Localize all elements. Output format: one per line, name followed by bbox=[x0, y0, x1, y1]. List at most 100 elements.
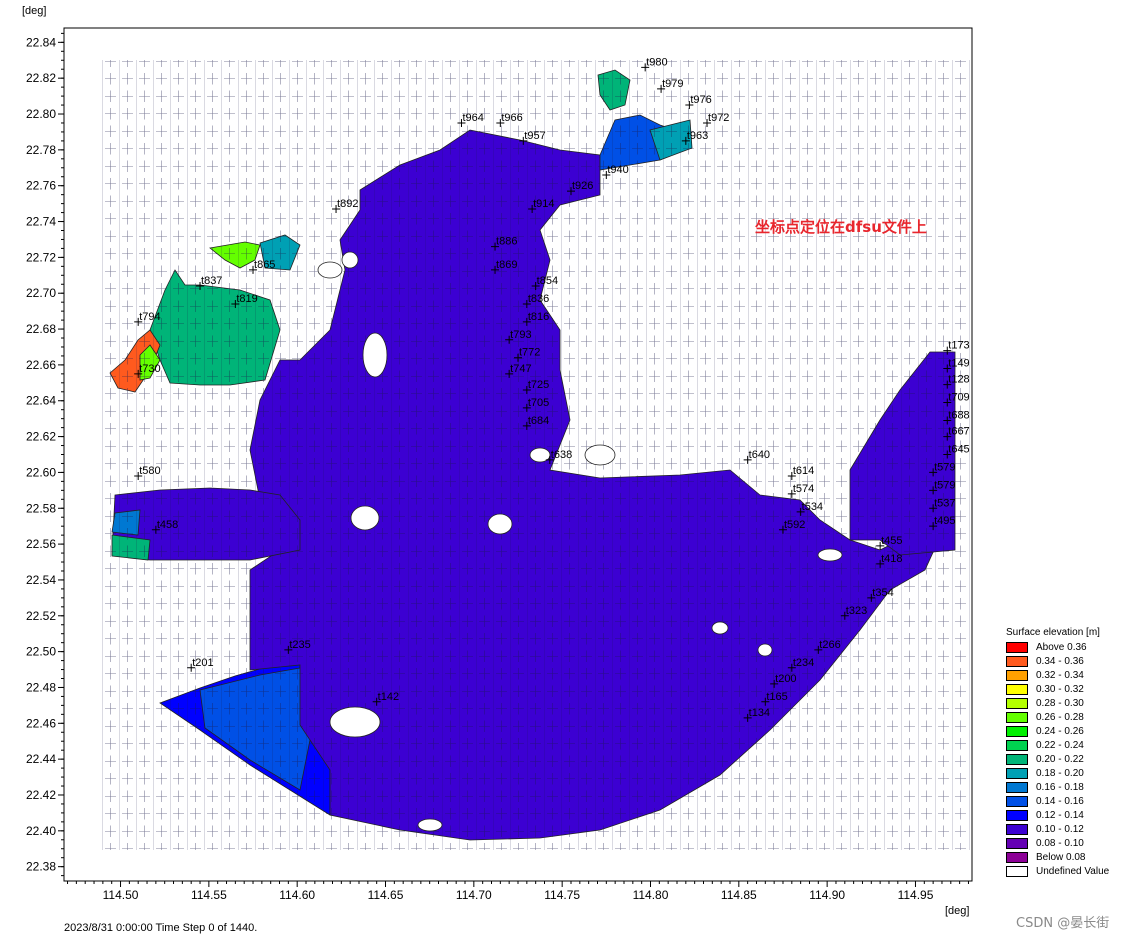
point-label: t580 bbox=[139, 465, 160, 477]
legend-swatch bbox=[1006, 753, 1028, 765]
island-9 bbox=[817, 548, 843, 562]
point-label: t234 bbox=[793, 657, 814, 669]
island-11 bbox=[317, 261, 343, 279]
y-tick-label: 22.54 bbox=[26, 573, 56, 587]
point-label: t869 bbox=[496, 259, 517, 271]
point-label: t966 bbox=[501, 112, 522, 124]
point-label: t816 bbox=[528, 311, 549, 323]
legend-label: 0.12 - 0.14 bbox=[1036, 809, 1084, 821]
legend-item: 0.26 - 0.28 bbox=[1006, 710, 1130, 724]
point-label: t640 bbox=[749, 449, 770, 461]
legend-item: 0.20 - 0.22 bbox=[1006, 752, 1130, 766]
y-tick-label: 22.70 bbox=[26, 286, 56, 300]
point-label: t688 bbox=[948, 409, 969, 421]
legend-swatch bbox=[1006, 725, 1028, 737]
legend-swatch bbox=[1006, 809, 1028, 821]
point-label: t638 bbox=[551, 449, 572, 461]
legend-item: 0.30 - 0.32 bbox=[1006, 682, 1130, 696]
point-label: t537 bbox=[934, 497, 955, 509]
point-label: t794 bbox=[139, 311, 160, 323]
x-tick-label: 114.70 bbox=[456, 888, 492, 902]
point-label: t495 bbox=[934, 515, 955, 527]
island-7 bbox=[584, 444, 616, 466]
island-10 bbox=[417, 818, 443, 832]
x-tick-label: 114.55 bbox=[191, 888, 227, 902]
point-label: t747 bbox=[510, 363, 531, 375]
model-domain bbox=[100, 60, 970, 850]
legend-swatch bbox=[1006, 641, 1028, 653]
legend-item: Above 0.36 bbox=[1006, 640, 1130, 654]
point-label: t128 bbox=[948, 374, 969, 386]
point-label: t793 bbox=[510, 329, 531, 341]
x-tick-label: 114.95 bbox=[898, 888, 934, 902]
point-label: t725 bbox=[528, 379, 549, 391]
y-tick-label: 22.76 bbox=[26, 179, 56, 193]
legend-label: Undefined Value bbox=[1036, 865, 1110, 877]
point-label: t926 bbox=[572, 180, 593, 192]
island-12 bbox=[341, 251, 359, 269]
legend-label: 0.28 - 0.30 bbox=[1036, 697, 1084, 709]
point-label: t173 bbox=[948, 340, 969, 352]
point-label: t892 bbox=[337, 198, 358, 210]
point-label: t837 bbox=[201, 275, 222, 287]
point-label: t836 bbox=[528, 293, 549, 305]
island-6 bbox=[757, 643, 773, 657]
watermark: CSDN @晏长街 bbox=[1016, 916, 1110, 931]
island-5 bbox=[711, 621, 729, 635]
y-tick-label: 22.74 bbox=[26, 215, 56, 229]
legend-item: 0.32 - 0.34 bbox=[1006, 668, 1130, 682]
y-tick-label: 22.66 bbox=[26, 358, 56, 372]
point-label: t964 bbox=[462, 112, 483, 124]
y-tick-label: 22.64 bbox=[26, 394, 56, 408]
legend-label: 0.10 - 0.12 bbox=[1036, 823, 1084, 835]
legend-swatch bbox=[1006, 739, 1028, 751]
point-label: t142 bbox=[378, 691, 399, 703]
point-label: t772 bbox=[519, 347, 540, 359]
point-label: t914 bbox=[533, 198, 554, 210]
island-1 bbox=[362, 332, 388, 378]
legend-label: 0.14 - 0.16 bbox=[1036, 795, 1084, 807]
x-tick-label: 114.90 bbox=[809, 888, 845, 902]
legend-items: Above 0.36 0.34 - 0.36 0.32 - 0.34 0.30 - 0… bbox=[1006, 640, 1130, 878]
y-tick-label: 22.60 bbox=[26, 465, 56, 479]
point-label: t579 bbox=[934, 479, 955, 491]
legend-label: 0.30 - 0.32 bbox=[1036, 683, 1084, 695]
x-tick-label: 114.80 bbox=[633, 888, 669, 902]
point-label: t149 bbox=[948, 357, 969, 369]
island-4 bbox=[487, 513, 513, 535]
point-label: t865 bbox=[254, 259, 275, 271]
y-tick-label: 22.68 bbox=[26, 322, 56, 336]
y-tick-label: 22.56 bbox=[26, 537, 56, 551]
legend-swatch bbox=[1006, 865, 1028, 877]
legend-label: 0.32 - 0.34 bbox=[1036, 669, 1084, 681]
point-label: t980 bbox=[646, 56, 667, 68]
point-label: t854 bbox=[537, 275, 558, 287]
legend-label: 0.26 - 0.28 bbox=[1036, 711, 1084, 723]
point-label: t667 bbox=[948, 426, 969, 438]
y-tick-label: 22.46 bbox=[26, 716, 56, 730]
point-label: t235 bbox=[289, 639, 310, 651]
legend-item: 0.08 - 0.10 bbox=[1006, 836, 1130, 850]
legend-item: Below 0.08 bbox=[1006, 850, 1130, 864]
legend-swatch bbox=[1006, 795, 1028, 807]
island-2 bbox=[329, 706, 381, 738]
legend-swatch bbox=[1006, 683, 1028, 695]
legend-swatch bbox=[1006, 711, 1028, 723]
point-label: t957 bbox=[524, 130, 545, 142]
x-tick-label: 114.50 bbox=[103, 888, 139, 902]
legend-item: 0.16 - 0.18 bbox=[1006, 780, 1130, 794]
y-tick-label: 22.40 bbox=[26, 824, 56, 838]
legend-swatch bbox=[1006, 669, 1028, 681]
legend-item: 0.22 - 0.24 bbox=[1006, 738, 1130, 752]
point-label: t574 bbox=[793, 483, 814, 495]
x-unit-label: [deg] bbox=[945, 905, 969, 917]
legend-label: 0.08 - 0.10 bbox=[1036, 837, 1084, 849]
point-label: t354 bbox=[872, 587, 893, 599]
legend-swatch bbox=[1006, 851, 1028, 863]
point-label: t134 bbox=[749, 707, 770, 719]
legend-swatch bbox=[1006, 781, 1028, 793]
legend-label: 0.22 - 0.24 bbox=[1036, 739, 1084, 751]
legend-label: 0.16 - 0.18 bbox=[1036, 781, 1084, 793]
point-label: t886 bbox=[496, 236, 517, 248]
legend-swatch bbox=[1006, 823, 1028, 835]
